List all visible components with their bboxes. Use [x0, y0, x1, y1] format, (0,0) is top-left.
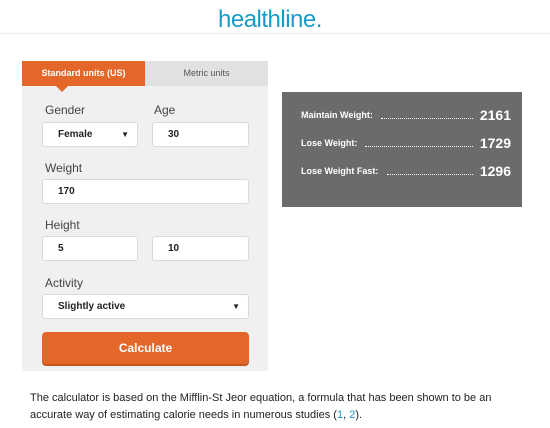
healthline-logo[interactable]: healthline. [218, 6, 322, 34]
caret-down-icon: ▼ [232, 302, 240, 311]
activity-value: Slightly active [58, 301, 126, 312]
tab-metric-label: Metric units [183, 68, 230, 78]
tab-metric-units[interactable]: Metric units [145, 61, 268, 86]
footnote-text: The calculator is based on the Mifflin-S… [30, 392, 492, 421]
result-value: 2161 [479, 107, 511, 123]
result-label: Maintain Weight: [301, 110, 373, 120]
leader-dots [365, 146, 473, 147]
tab-standard-units[interactable]: Standard units (US) [22, 61, 145, 92]
result-lose-weight-fast: Lose Weight Fast: 1296 [301, 160, 511, 180]
result-value: 1729 [479, 135, 511, 151]
activity-label: Activity [45, 276, 84, 290]
result-value: 1296 [479, 163, 511, 179]
height-inches-input[interactable]: 10 [152, 236, 249, 261]
results-panel: Maintain Weight: 2161 Lose Weight: 1729 … [282, 92, 522, 207]
logo-text: healthline [218, 6, 316, 33]
weight-input[interactable]: 170 [42, 179, 249, 204]
gender-label: Gender [45, 103, 86, 117]
result-maintain-weight: Maintain Weight: 2161 [301, 104, 511, 124]
result-label: Lose Weight: [301, 138, 358, 148]
calorie-calculator-panel: Standard units (US) Metric units Gender … [22, 61, 268, 371]
tab-standard-label: Standard units (US) [41, 68, 126, 78]
caret-down-icon: ▼ [121, 130, 129, 139]
height-feet-input[interactable]: 5 [42, 236, 138, 261]
weight-label: Weight [45, 161, 83, 175]
activity-select[interactable]: Slightly active ▼ [42, 294, 249, 319]
leader-dots [381, 118, 473, 119]
result-label: Lose Weight Fast: [301, 166, 379, 176]
result-lose-weight: Lose Weight: 1729 [301, 132, 511, 152]
leader-dots [387, 174, 473, 175]
height-label: Height [45, 218, 80, 232]
site-header: healthline. [0, 0, 550, 34]
age-input[interactable]: 30 [152, 122, 249, 147]
footnote-end: ). [355, 409, 363, 421]
unit-tabs: Standard units (US) Metric units [22, 61, 268, 92]
calculator-footnote: The calculator is based on the Mifflin-S… [30, 390, 530, 424]
active-tab-pointer [56, 86, 68, 92]
gender-select[interactable]: Female ▼ [42, 122, 138, 147]
gender-value: Female [58, 129, 93, 140]
calculate-button[interactable]: Calculate [42, 332, 249, 364]
age-label: Age [154, 103, 176, 117]
logo-dot: . [315, 6, 323, 33]
